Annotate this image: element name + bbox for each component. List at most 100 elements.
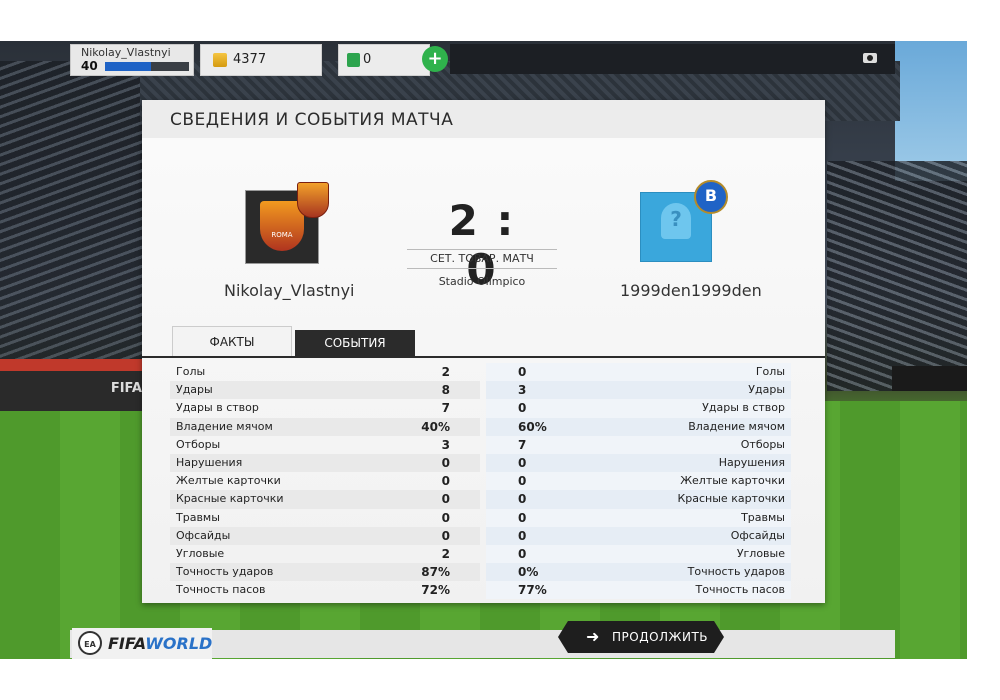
stat-label-away: Травмы xyxy=(741,510,785,524)
logo-world: WORLD xyxy=(145,634,213,653)
stat-label-home: Травмы xyxy=(176,510,220,524)
match-type: СЕТ. ТОВАР. МАТЧ xyxy=(430,252,534,265)
stat-value-home: 0 xyxy=(441,492,450,507)
stat-label-away: Точность ударов xyxy=(687,565,785,579)
stat-value-away: 0% xyxy=(518,565,539,580)
stadium-name: Stadio Olimpico xyxy=(438,275,526,288)
stat-label-away: Красные карточки xyxy=(677,492,785,506)
stat-row: Точность пасов 72% 77% Точность пасов xyxy=(170,581,791,600)
divider xyxy=(407,249,557,250)
stat-label-away: Угловые xyxy=(736,546,785,560)
add-points-button[interactable]: + xyxy=(422,46,448,72)
stat-value-home: 0 xyxy=(441,510,450,525)
stat-label-away: Точность пасов xyxy=(695,583,786,597)
divider xyxy=(407,268,557,269)
fifa-points-counter: 0 xyxy=(338,44,430,76)
sky-background xyxy=(895,41,967,181)
game-viewport: FIFA Nikolay_Vlastnyi 40 4377 0 + СВЕДЕН… xyxy=(0,41,967,659)
player-name: Nikolay_Vlastnyi xyxy=(81,46,171,59)
stat-value-home: 0 xyxy=(441,528,450,543)
stat-label-away: Удары xyxy=(748,383,785,397)
stat-label-home: Точность ударов xyxy=(176,565,274,579)
stat-label-away: Удары в створ xyxy=(702,401,785,415)
stat-value-away: 0 xyxy=(518,365,527,379)
coins-value: 4377 xyxy=(233,52,267,67)
player-level: 40 xyxy=(81,59,98,73)
ea-sports-icon: EA xyxy=(78,631,102,655)
logo-text: FIFAWORLD xyxy=(108,634,212,653)
stat-value-home: 7 xyxy=(441,401,450,416)
stat-label-home: Голы xyxy=(176,365,206,378)
stat-label-home: Отборы xyxy=(176,437,221,451)
level-progress-bar xyxy=(105,62,189,71)
stat-value-home: 3 xyxy=(441,437,450,452)
stat-value-home: 2 xyxy=(441,546,450,561)
stat-value-away: 0 xyxy=(518,492,527,507)
coins-icon xyxy=(213,53,227,67)
stat-row: Нарушения 0 0 Нарушения xyxy=(170,453,791,473)
stat-label-home: Удары xyxy=(176,383,213,397)
home-club-badge-icon xyxy=(297,182,329,218)
tabs-divider xyxy=(142,356,825,358)
arrow-right-icon: ➜ xyxy=(586,627,600,646)
stat-row: Голы 2 0 Голы xyxy=(170,363,791,382)
stat-label-away: Голы xyxy=(755,365,785,378)
panel-header: СВЕДЕНИЯ И СОБЫТИЯ МАТЧА xyxy=(142,100,825,139)
stat-value-away: 7 xyxy=(518,437,527,452)
tab-events[interactable]: СОБЫТИЯ xyxy=(295,330,415,356)
stat-row: Отборы 3 7 Отборы xyxy=(170,435,791,454)
top-bar: Nikolay_Vlastnyi 40 4377 0 + xyxy=(70,41,895,77)
stat-row: Удары 8 3 Удары xyxy=(170,381,791,400)
stat-row: Офсайды 0 0 Офсайды xyxy=(170,526,791,545)
stat-value-away: 60% xyxy=(518,419,547,434)
level-progress-fill xyxy=(105,62,152,71)
stat-value-home: 8 xyxy=(441,383,450,398)
fifa-points-value: 0 xyxy=(363,52,372,67)
ad-board-text: FIFA xyxy=(110,381,142,396)
stat-label-home: Нарушения xyxy=(176,455,243,469)
stat-value-away: 0 xyxy=(518,474,527,489)
stat-value-away: 3 xyxy=(518,383,527,398)
stat-row: Владение мячом 40% 60% Владение мячом xyxy=(170,417,791,436)
tab-facts[interactable]: ФАКТЫ xyxy=(172,326,292,357)
camera-icon[interactable] xyxy=(863,53,877,63)
stat-label-away: Владение мячом xyxy=(688,419,785,433)
avatar-glyph: ? xyxy=(670,207,682,231)
stat-value-home: 40% xyxy=(421,419,450,434)
stat-label-away: Отборы xyxy=(740,437,785,451)
ad-board-right xyxy=(892,366,967,391)
stat-value-home: 2 xyxy=(441,365,450,379)
fifa-points-icon xyxy=(347,53,360,67)
continue-button[interactable]: ➜ ПРОДОЛЖИТЬ xyxy=(558,621,724,653)
stat-value-home: 0 xyxy=(441,455,450,470)
stat-value-home: 72% xyxy=(421,583,450,598)
panel-title: СВЕДЕНИЯ И СОБЫТИЯ МАТЧА xyxy=(170,110,454,130)
stat-label-home: Угловые xyxy=(176,546,225,560)
stat-value-away: 0 xyxy=(518,510,527,525)
ad-board: FIFA xyxy=(0,371,150,411)
stadium-stand-left xyxy=(0,61,150,391)
avatar-silhouette-icon: ? xyxy=(661,203,691,239)
stat-value-away: 77% xyxy=(518,583,547,598)
stat-label-away: Желтые карточки xyxy=(680,474,785,488)
stat-row: Угловые 2 0 Угловые xyxy=(170,544,791,564)
fifa-world-logo: EA FIFAWORLD xyxy=(72,628,212,659)
top-bar-background xyxy=(450,44,895,74)
stat-row: Желтые карточки 0 0 Желтые карточки xyxy=(170,472,791,491)
stats-table: Голы 2 0 Голы Удары 8 3 Удары Удары в створ 7 0 Уда… xyxy=(170,363,791,600)
stat-row: Точность ударов 87% 0% Точность ударов xyxy=(170,563,791,582)
stat-value-away: 0 xyxy=(518,528,527,543)
stat-label-home: Офсайды xyxy=(176,528,231,542)
stat-label-home: Владение мячом xyxy=(176,419,273,433)
stat-value-home: 87% xyxy=(421,565,450,580)
stat-value-away: 0 xyxy=(518,546,527,561)
stat-value-away: 0 xyxy=(518,455,527,470)
stat-value-away: 0 xyxy=(518,401,527,416)
stat-row: Удары в створ 7 0 Удары в створ xyxy=(170,399,791,418)
stat-value-home: 0 xyxy=(441,474,450,489)
away-team-name: 1999den1999den xyxy=(620,281,762,300)
crest-text: ROMA xyxy=(271,231,293,239)
stat-label-away: Нарушения xyxy=(718,455,785,469)
player-info[interactable]: Nikolay_Vlastnyi 40 xyxy=(70,44,194,76)
match-summary-panel: СВЕДЕНИЯ И СОБЫТИЯ МАТЧА ROMA ? B Nikola… xyxy=(142,100,825,603)
